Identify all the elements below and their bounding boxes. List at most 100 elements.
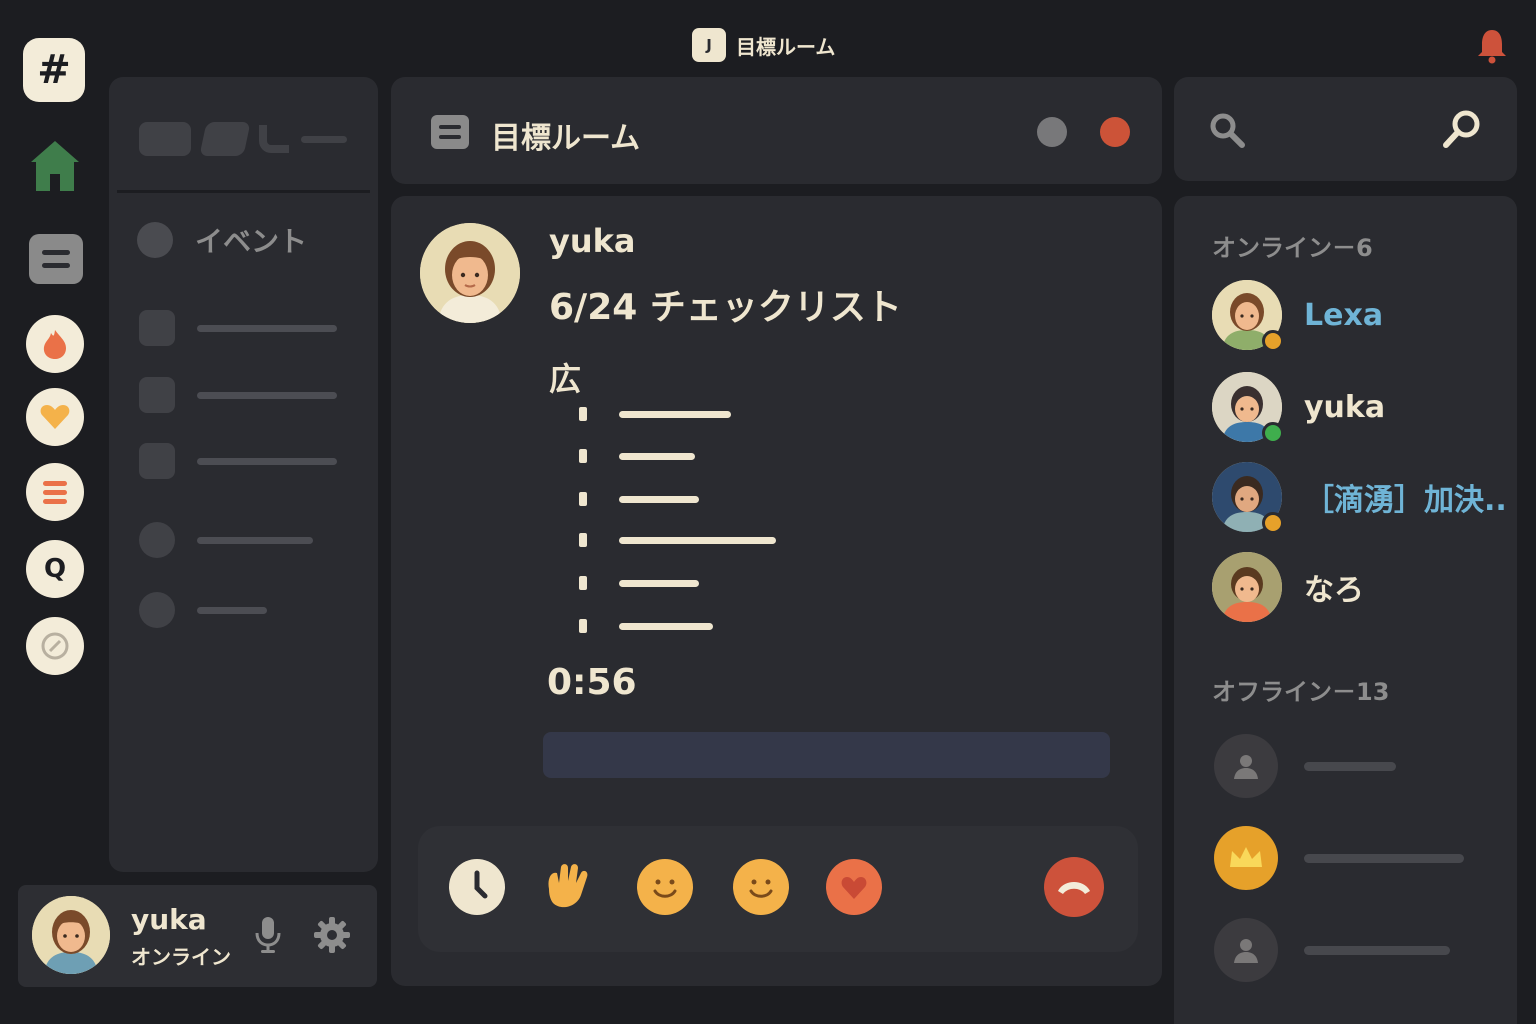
room-title: 目標ルーム — [491, 121, 641, 156]
member-item[interactable]: ［滴湧］加決.. — [1212, 462, 1507, 534]
search-icon[interactable] — [1208, 111, 1246, 149]
checklist-item — [579, 492, 699, 506]
avatar — [1212, 552, 1282, 622]
member-item[interactable]: yuka — [1212, 372, 1386, 444]
checklist-text-placeholder — [619, 452, 695, 460]
offline-header: オフライン－13 — [1212, 678, 1390, 706]
channel-item[interactable] — [139, 592, 267, 628]
event-icon — [137, 222, 173, 258]
member-name-placeholder — [1304, 945, 1450, 955]
channel-item-event[interactable]: イベント — [137, 220, 307, 260]
checklist-text-placeholder — [619, 622, 713, 630]
member-item[interactable] — [1214, 734, 1396, 798]
checklist-bullet — [579, 407, 587, 421]
message-input[interactable] — [543, 732, 1110, 778]
checklist-item — [579, 533, 776, 547]
message-timer: 0:56 — [547, 662, 637, 703]
checklist-text-placeholder — [619, 536, 776, 544]
channel-name-placeholder — [197, 536, 313, 544]
channel-divider — [117, 190, 370, 193]
avatar — [1212, 280, 1284, 352]
channel-event-label: イベント — [195, 225, 308, 258]
menu-server-icon[interactable] — [26, 463, 84, 521]
user-name: yuka — [131, 903, 207, 936]
compass-server-icon[interactable] — [26, 617, 84, 675]
checklist-text-placeholder — [619, 410, 731, 418]
user-status: オンライン — [131, 945, 231, 969]
avatar — [1212, 462, 1284, 534]
close-button[interactable] — [1100, 117, 1130, 147]
checklist-bullet — [579, 619, 587, 633]
text-channel-icon — [139, 377, 175, 413]
member-item[interactable] — [1214, 918, 1450, 982]
room-header: 目標ルーム — [391, 77, 1162, 184]
default-user-icon — [1214, 918, 1278, 982]
voice-channel-icon — [139, 310, 175, 346]
avatar[interactable] — [32, 896, 110, 974]
avatar[interactable] — [420, 223, 520, 323]
crown-icon — [1214, 826, 1278, 890]
app-logo-icon: J — [692, 28, 726, 62]
member-name: なろ — [1304, 573, 1364, 608]
heart-server-icon[interactable] — [26, 388, 84, 446]
channel-name-placeholder — [197, 324, 337, 332]
reaction-bar — [418, 826, 1138, 952]
channel-item[interactable] — [139, 443, 337, 479]
member-name-placeholder — [1304, 853, 1464, 863]
checklist-bullet — [579, 576, 587, 590]
message-section-heading: 広 — [549, 360, 582, 398]
channel-name-placeholder — [197, 457, 337, 465]
channel-item[interactable] — [139, 310, 337, 346]
member-name: Lexa — [1304, 297, 1384, 333]
server-name-placeholder — [139, 122, 347, 156]
minimize-button[interactable] — [1037, 117, 1067, 147]
message-author: yuka — [549, 222, 636, 260]
search-panel — [1174, 77, 1517, 181]
hand-icon[interactable] — [539, 859, 595, 915]
top-bar: J 目標ルーム — [0, 0, 1536, 76]
checklist-bullet — [579, 533, 587, 547]
hash-server-button[interactable]: # — [23, 38, 85, 102]
settings-gear-icon[interactable] — [312, 915, 352, 955]
home-icon[interactable] — [28, 138, 82, 194]
checklist-text-placeholder — [619, 495, 699, 503]
channel-name-placeholder — [197, 606, 267, 614]
default-user-icon — [1214, 734, 1278, 798]
hang-up-icon[interactable] — [1044, 857, 1104, 917]
checklist-bullet — [579, 449, 587, 463]
online-header: オンライン－6 — [1212, 234, 1373, 262]
list-icon[interactable] — [29, 234, 83, 284]
smile-icon[interactable] — [733, 859, 789, 915]
member-name: ［滴湧］加決.. — [1304, 483, 1507, 518]
channel-item[interactable] — [139, 377, 337, 413]
channel-name-placeholder — [197, 391, 337, 399]
notification-bell-icon[interactable] — [1476, 26, 1508, 66]
member-name: yuka — [1304, 389, 1386, 425]
checklist-item — [579, 407, 731, 421]
member-item[interactable]: Lexa — [1212, 280, 1384, 352]
clock-icon[interactable] — [449, 859, 505, 915]
search-server-button[interactable]: Q — [26, 540, 84, 598]
user-panel: yuka オンライン — [18, 885, 377, 987]
microphone-icon[interactable] — [252, 915, 284, 955]
message-title: 6/24 チェックリスト — [549, 287, 902, 328]
channel-panel: イベント — [109, 77, 378, 872]
flame-server-icon[interactable] — [26, 315, 84, 373]
member-item[interactable]: なろ — [1212, 552, 1364, 622]
channel-item[interactable] — [139, 522, 313, 558]
checklist-bullet — [579, 492, 587, 506]
status-badge — [1262, 512, 1284, 534]
member-list: オンライン－6 Lexa yuka ［滴湧］加決.. なろ オフライン－13 — [1174, 196, 1517, 1024]
status-badge — [1262, 330, 1284, 352]
member-item[interactable] — [1214, 826, 1464, 890]
search-icon[interactable] — [1440, 107, 1484, 151]
smile-icon[interactable] — [637, 859, 693, 915]
avatar — [1212, 372, 1284, 444]
event-icon — [139, 592, 175, 628]
status-badge — [1262, 422, 1284, 444]
message-area: yuka 6/24 チェックリスト 広 0:56 — [391, 196, 1162, 986]
heart-icon[interactable] — [826, 859, 882, 915]
checklist-item — [579, 576, 699, 590]
app-title: J 目標ルーム — [692, 28, 835, 62]
checklist-item — [579, 619, 713, 633]
